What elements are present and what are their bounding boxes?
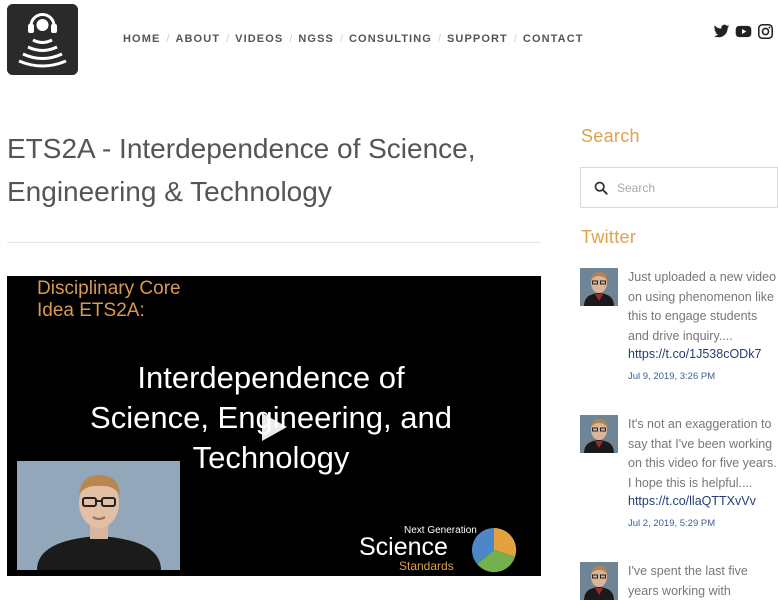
youtube-icon[interactable] bbox=[735, 23, 752, 40]
nav-consulting[interactable]: CONSULTING bbox=[349, 33, 432, 45]
tweet-link[interactable]: https://t.co/llaQTTXvVv bbox=[628, 494, 756, 508]
nav-separator: / bbox=[289, 33, 293, 45]
video-heading: Disciplinary Core Idea ETS2A: bbox=[37, 278, 181, 322]
video-heading-line1: Disciplinary Core bbox=[37, 278, 181, 299]
ngss-badge-main: Science bbox=[359, 533, 448, 561]
video-main-line1: Interdependence of bbox=[137, 360, 405, 395]
twitter-heading: Twitter bbox=[581, 227, 637, 247]
video-main-line3: Technology bbox=[192, 440, 350, 475]
play-icon[interactable] bbox=[260, 412, 288, 442]
nav-separator: / bbox=[226, 33, 230, 45]
nav-separator: / bbox=[166, 33, 170, 45]
ngss-badge-bottom: Standards bbox=[399, 559, 454, 573]
avatar[interactable] bbox=[580, 268, 618, 306]
page-title: ETS2A - Interdependence of Science, Engi… bbox=[7, 127, 507, 213]
social-links bbox=[713, 23, 774, 40]
page-title-line1: ETS2A - Interdependence of Science, bbox=[7, 133, 476, 164]
nav-separator: / bbox=[513, 33, 517, 45]
search-input[interactable] bbox=[617, 177, 767, 199]
nav-ngss[interactable]: NGSS bbox=[298, 33, 334, 45]
search-box[interactable] bbox=[580, 167, 778, 208]
site-logo[interactable] bbox=[7, 4, 78, 75]
main-nav: HOME / ABOUT / VIDEOS / NGSS / CONSULTIN… bbox=[123, 33, 584, 45]
twitter-icon[interactable] bbox=[713, 23, 730, 40]
presenter-thumbnail bbox=[17, 461, 180, 570]
search-heading: Search bbox=[581, 126, 640, 146]
title-divider bbox=[7, 242, 541, 243]
nav-home[interactable]: HOME bbox=[123, 33, 160, 45]
avatar[interactable] bbox=[580, 562, 618, 600]
instagram-icon[interactable] bbox=[757, 23, 774, 40]
nav-contact[interactable]: CONTACT bbox=[523, 33, 584, 45]
tweet-date: Jul 9, 2019, 3:26 PM bbox=[628, 371, 716, 382]
tweet-text: Just uploaded a new video on using pheno… bbox=[628, 270, 777, 343]
search-icon bbox=[594, 181, 608, 195]
tweet-text: I've spent the last five years working w… bbox=[628, 564, 748, 598]
ngss-badge: Next Generation Science Standards bbox=[359, 525, 519, 575]
nav-support[interactable]: SUPPORT bbox=[447, 33, 508, 45]
nav-about[interactable]: ABOUT bbox=[175, 33, 220, 45]
ngss-pie-icon bbox=[471, 527, 517, 573]
avatar[interactable] bbox=[580, 415, 618, 453]
tweet-date: Jul 2, 2019, 5:29 PM bbox=[628, 518, 716, 529]
video-heading-line2: Idea ETS2A: bbox=[37, 300, 145, 321]
page-title-line2: Engineering & Technology bbox=[7, 176, 332, 207]
tweet-link[interactable]: https://t.co/1J538cODk7 bbox=[628, 347, 761, 361]
nav-separator: / bbox=[339, 33, 344, 45]
nav-separator: / bbox=[437, 33, 441, 45]
nav-videos[interactable]: VIDEOS bbox=[235, 33, 283, 45]
tweet-text: It's not an exaggeration to say that I'v… bbox=[628, 417, 777, 490]
tweet-item: I've spent the last five years working w… bbox=[580, 562, 778, 600]
video-player[interactable]: Disciplinary Core Idea ETS2A: Interdepen… bbox=[7, 276, 541, 576]
